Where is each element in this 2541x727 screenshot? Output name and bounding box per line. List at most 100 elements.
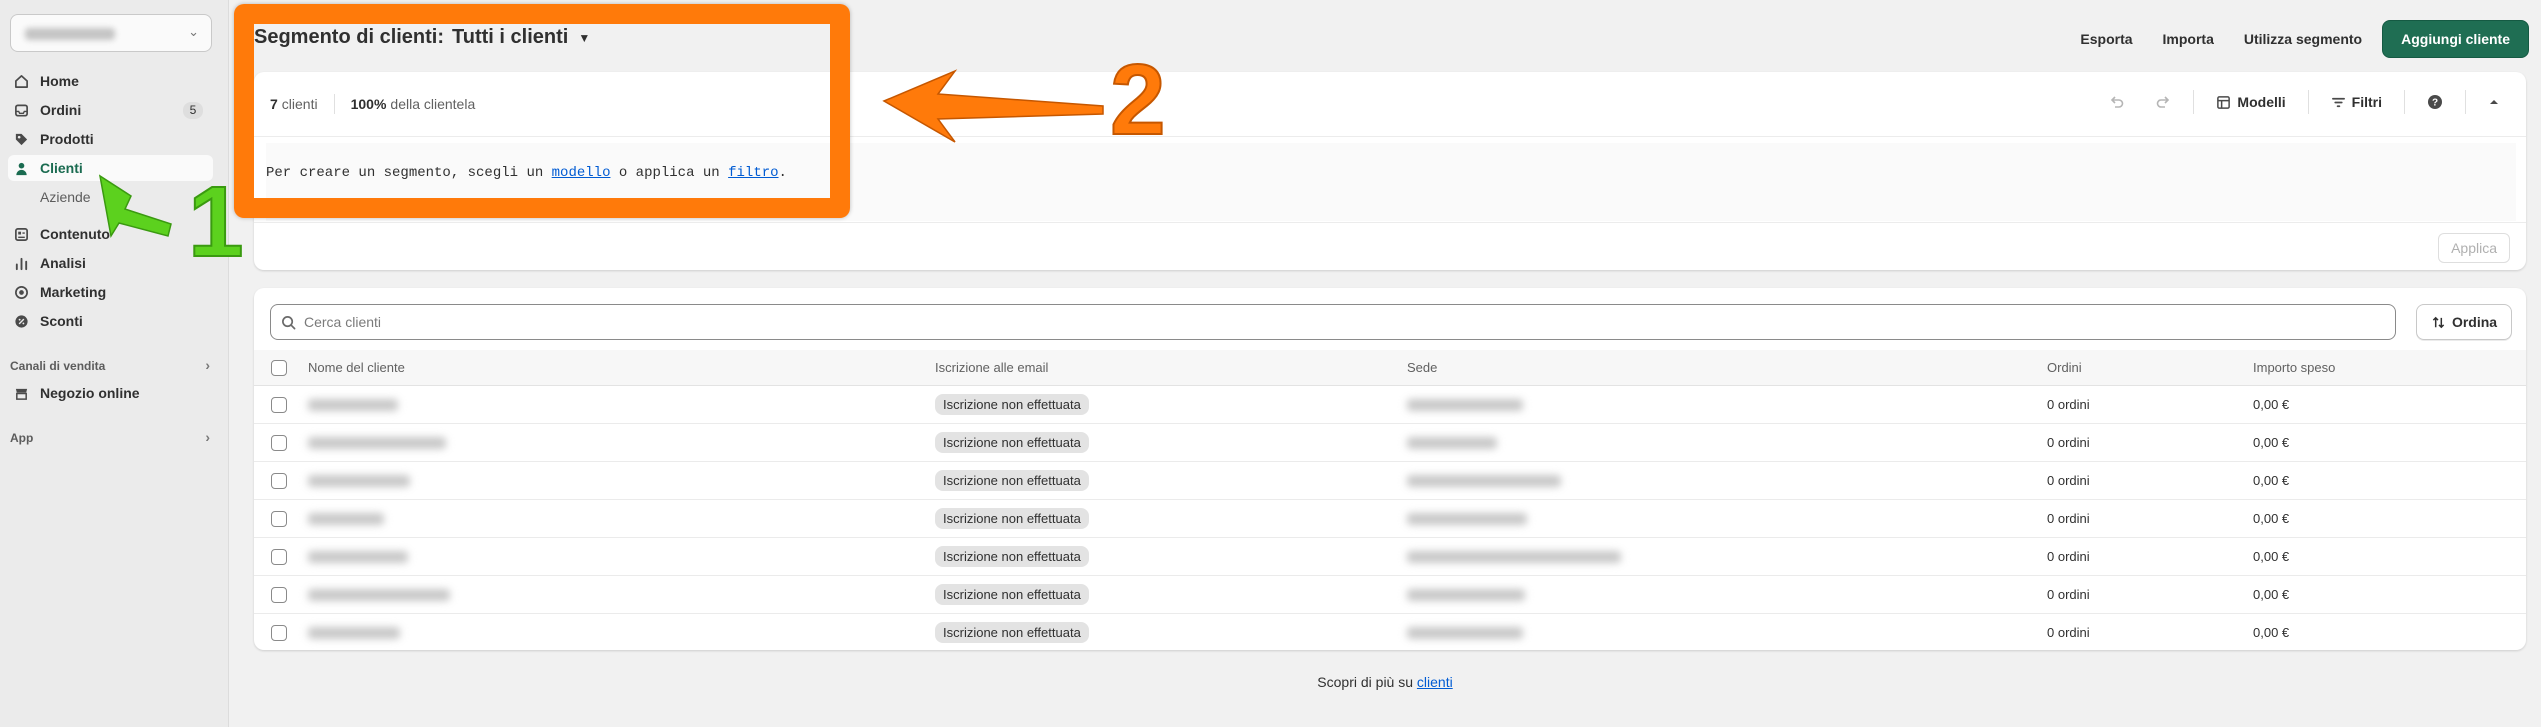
nav-label: Analisi <box>40 255 86 271</box>
learn-more-footer: Scopri di più su clienti <box>1317 674 1453 690</box>
table-header: Nome del cliente Iscrizione alle email S… <box>254 350 2526 386</box>
orders-count-badge: 5 <box>183 102 203 119</box>
sort-icon <box>2432 316 2445 328</box>
nav-item-companies[interactable]: Aziende <box>8 184 213 210</box>
location-redacted <box>1407 398 1523 411</box>
collapse-button[interactable] <box>2480 90 2508 114</box>
customer-name-redacted <box>308 436 446 449</box>
store-selector[interactable]: ⌄ <box>10 14 212 52</box>
undo-icon <box>2111 96 2124 108</box>
analytics-icon <box>10 256 32 271</box>
email-status-badge: Iscrizione non effettuata <box>935 432 1089 453</box>
templates-button[interactable]: Modelli <box>2208 88 2293 116</box>
help-button[interactable]: ? <box>2419 88 2451 116</box>
orders-count: 0 ordini <box>2047 549 2090 564</box>
location-redacted <box>1407 588 1525 601</box>
import-button[interactable]: Importa <box>2153 23 2224 55</box>
row-checkbox[interactable] <box>271 396 287 413</box>
nav-label: Aziende <box>40 189 91 205</box>
export-button[interactable]: Esporta <box>2070 23 2142 55</box>
filter-icon <box>2331 97 2345 107</box>
nav-item-analytics[interactable]: Analisi <box>8 250 213 276</box>
svg-text:?: ? <box>2432 98 2438 109</box>
customer-name-redacted <box>308 474 410 487</box>
sort-button[interactable]: Ordina <box>2416 304 2512 340</box>
apply-button[interactable]: Applica <box>2438 233 2510 263</box>
help-icon: ? <box>2428 95 2442 109</box>
nav-item-discounts[interactable]: Sconti <box>8 308 213 334</box>
nav-item-home[interactable]: Home <box>8 68 213 94</box>
customers-help-link[interactable]: clienti <box>1417 674 1453 690</box>
person-icon <box>10 161 32 176</box>
row-checkbox[interactable] <box>271 586 287 603</box>
location-redacted <box>1407 512 1527 525</box>
nav-item-customers[interactable]: Clienti <box>8 155 213 181</box>
chevron-updown-icon: ⌄ <box>188 24 199 39</box>
target-icon <box>10 285 32 300</box>
nav-item-products[interactable]: Prodotti <box>8 126 213 152</box>
header-actions: Esporta Importa Utilizza segmento Aggiun… <box>2070 20 2529 58</box>
col-orders[interactable]: Ordini <box>2047 350 2082 385</box>
email-status-badge: Iscrizione non effettuata <box>935 394 1089 415</box>
table-row[interactable]: Iscrizione non effettuata 0 ordini 0,00 € <box>254 500 2526 538</box>
table-row[interactable]: Iscrizione non effettuata 0 ordini 0,00 € <box>254 424 2526 462</box>
chevron-right-icon: › <box>205 357 210 373</box>
amount-spent: 0,00 € <box>2253 511 2290 526</box>
row-checkbox[interactable] <box>271 472 287 489</box>
customers-table-card: Cerca clienti Ordina Nome del cliente Is… <box>254 288 2526 650</box>
page-title[interactable]: Segmento di clienti: Tutti i clienti ▼ <box>254 26 590 49</box>
filter-link[interactable]: filtro <box>728 165 778 181</box>
undo-button[interactable] <box>2101 88 2133 116</box>
customer-name-redacted <box>308 588 450 601</box>
email-status-badge: Iscrizione non effettuata <box>935 584 1089 605</box>
nav-item-content[interactable]: Contenuto <box>8 221 213 247</box>
nav-label: Sconti <box>40 313 83 329</box>
customer-name-redacted <box>308 550 408 563</box>
templates-icon <box>2217 95 2231 109</box>
table-row[interactable]: Iscrizione non effettuata 0 ordini 0,00 € <box>254 614 2526 650</box>
apps-header[interactable]: App › <box>10 429 210 445</box>
nav-item-online-store[interactable]: Negozio online <box>8 380 213 406</box>
location-redacted <box>1407 474 1561 487</box>
nav-label: Negozio online <box>40 385 140 401</box>
use-segment-button[interactable]: Utilizza segmento <box>2234 23 2372 55</box>
sales-channels-header[interactable]: Canali di vendita › <box>10 357 210 373</box>
caret-down-icon: ▼ <box>578 30 591 45</box>
store-name-redacted <box>25 28 115 40</box>
search-input[interactable]: Cerca clienti <box>270 304 2396 340</box>
filters-button[interactable]: Filtri <box>2323 88 2390 116</box>
segment-query-editor[interactable]: Per creare un segmento, scegli un modell… <box>266 143 2516 221</box>
nav-label: Marketing <box>40 284 107 300</box>
sidebar: ⌄ Home Ordini 5 Prodotti Clienti Aziende <box>0 0 229 727</box>
nav-item-marketing[interactable]: Marketing <box>8 279 213 305</box>
amount-spent: 0,00 € <box>2253 549 2290 564</box>
home-icon <box>10 74 32 89</box>
col-amount-spent[interactable]: Importo speso <box>2253 350 2335 385</box>
row-checkbox[interactable] <box>271 548 287 565</box>
col-customer-name[interactable]: Nome del cliente <box>308 350 405 385</box>
amount-spent: 0,00 € <box>2253 397 2290 412</box>
add-customer-button[interactable]: Aggiungi cliente <box>2382 20 2529 58</box>
table-row[interactable]: Iscrizione non effettuata 0 ordini 0,00 € <box>254 386 2526 424</box>
col-location[interactable]: Sede <box>1407 350 1437 385</box>
row-checkbox[interactable] <box>271 624 287 641</box>
redo-icon <box>2157 96 2170 108</box>
redo-button[interactable] <box>2147 88 2179 116</box>
template-link[interactable]: modello <box>552 165 611 181</box>
email-status-badge: Iscrizione non effettuata <box>935 546 1089 567</box>
customer-name-redacted <box>308 512 384 525</box>
select-all-checkbox[interactable] <box>271 359 287 376</box>
orders-count: 0 ordini <box>2047 435 2090 450</box>
row-checkbox[interactable] <box>271 434 287 451</box>
table-row[interactable]: Iscrizione non effettuata 0 ordini 0,00 € <box>254 462 2526 500</box>
orders-icon <box>10 103 32 118</box>
customer-percent: 100% <box>350 96 387 112</box>
col-email-subscription[interactable]: Iscrizione alle email <box>935 350 1048 385</box>
table-row[interactable]: Iscrizione non effettuata 0 ordini 0,00 € <box>254 576 2526 614</box>
row-checkbox[interactable] <box>271 510 287 527</box>
nav-item-orders[interactable]: Ordini 5 <box>8 97 213 123</box>
chevron-right-icon: › <box>205 429 210 445</box>
discount-icon <box>10 314 32 329</box>
nav-label: Home <box>40 73 79 89</box>
table-row[interactable]: Iscrizione non effettuata 0 ordini 0,00 € <box>254 538 2526 576</box>
